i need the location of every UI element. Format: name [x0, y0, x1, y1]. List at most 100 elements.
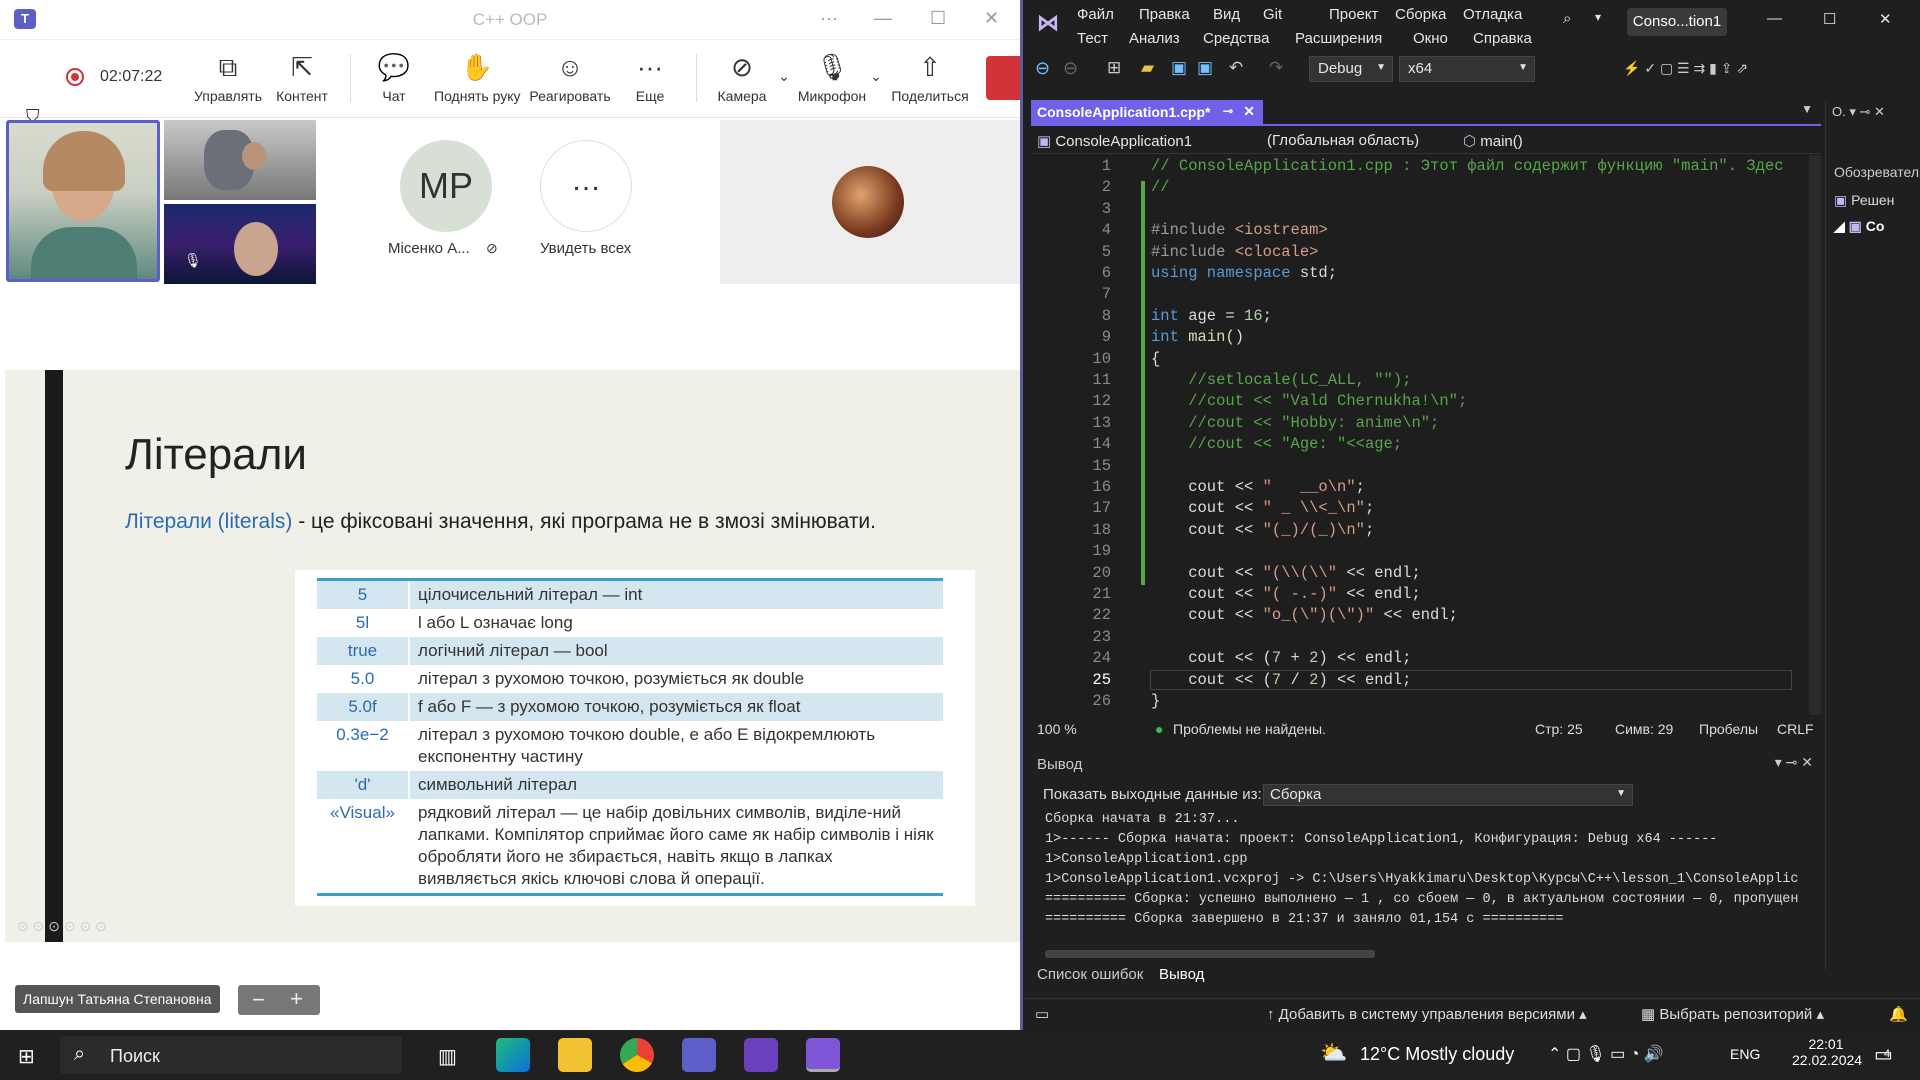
tab-list-chevron-icon[interactable]: ▼ — [1801, 102, 1813, 116]
menu-item[interactable]: Окно — [1413, 30, 1448, 47]
system-tray-icons[interactable]: ⌃ ▢ 🎙 ▭ ◔ 🔊 — [1548, 1044, 1664, 1064]
code-line[interactable]: cout << (7 / 2) << endl; — [1150, 669, 1792, 690]
zoom-level[interactable]: 100 % — [1037, 721, 1077, 737]
menu-item[interactable]: Отладка — [1463, 6, 1522, 23]
maximize-button[interactable]: ☐ — [930, 8, 946, 29]
open-folder-icon[interactable]: ▰ — [1141, 58, 1154, 78]
close-tab-icon[interactable]: ✕ — [1243, 103, 1255, 120]
chrome-icon[interactable] — [620, 1038, 654, 1072]
menu-item[interactable]: Средства — [1203, 30, 1269, 47]
line-ending[interactable]: CRLF — [1777, 721, 1814, 737]
visual-studio-taskbar-icon-2[interactable] — [806, 1038, 840, 1072]
code-line[interactable]: int age = 16; — [1151, 307, 1272, 325]
search-icon[interactable]: ⌕ — [1563, 10, 1571, 27]
scope-dropdown[interactable]: (Глобальная область) — [1267, 132, 1419, 149]
menu-item[interactable]: Тест — [1077, 30, 1108, 47]
add-source-control-button[interactable]: ↑ Добавить в систему управления версиями… — [1267, 1005, 1587, 1023]
zoom-out-button[interactable]: − — [252, 987, 265, 1013]
solution-node[interactable]: ▣ Решен — [1834, 192, 1894, 209]
toolbar-icons[interactable]: ⚡ ✓ ▢ ☰ ⇉ ▮ ⇪ ⇗ — [1623, 60, 1748, 77]
code-editor[interactable]: 1 // ConsoleApplication1.cpp : Этот файл … — [1031, 155, 1821, 715]
code-line[interactable]: cout << (7 + 2) << endl; — [1151, 649, 1411, 667]
menu-item[interactable]: Сборка — [1395, 6, 1446, 23]
output-text[interactable]: Сборка начата в 21:37... 1>------ Сборка … — [1045, 810, 1798, 930]
more-options-icon[interactable]: ··· — [820, 8, 838, 29]
code-line[interactable]: // ConsoleApplication1.cpp : Этот файл с… — [1151, 157, 1784, 175]
tab-output[interactable]: Вывод — [1159, 966, 1204, 983]
code-line[interactable]: cout << " __o\n"; — [1151, 478, 1365, 496]
code-line[interactable]: cout << "o_(\")(\")" << endl; — [1151, 606, 1458, 624]
code-line[interactable]: cout << "(\\(\\" << endl; — [1151, 564, 1421, 582]
search-chevron-icon[interactable]: ▾ — [1595, 10, 1601, 24]
menu-item[interactable]: Справка — [1473, 30, 1532, 47]
code-line[interactable]: cout << "( -.-)" << endl; — [1151, 585, 1421, 603]
menu-item[interactable]: Файл — [1077, 6, 1114, 23]
content-button[interactable]: ⇱ Контент — [260, 50, 344, 104]
raise-hand-button[interactable]: ✋ Поднять руку — [434, 50, 521, 104]
manage-button[interactable]: ⧉ Управлять — [186, 50, 270, 104]
zoom-in-button[interactable]: + — [290, 986, 303, 1012]
pin-icon[interactable]: ⊸ — [1223, 104, 1233, 118]
participant-avatar[interactable]: MP — [400, 140, 492, 232]
minimize-button[interactable]: — — [874, 8, 892, 29]
back-icon[interactable]: ⊖ — [1035, 58, 1050, 79]
code-line[interactable]: int main() — [1151, 328, 1244, 346]
teams-taskbar-icon[interactable] — [682, 1038, 716, 1072]
forward-icon[interactable]: ⊖ — [1063, 58, 1078, 79]
maximize-button[interactable]: ☐ — [1823, 10, 1836, 28]
select-repository-button[interactable]: ▦ Выбрать репозиторий ▴ — [1641, 1005, 1824, 1023]
menu-item[interactable]: Правка — [1139, 6, 1190, 23]
file-explorer-icon[interactable] — [558, 1038, 592, 1072]
output-horizontal-scrollbar[interactable] — [1045, 950, 1375, 958]
solution-explorer-tab[interactable]: Обозревател — [1834, 164, 1919, 180]
share-button[interactable]: ⇧ Поделиться — [888, 50, 972, 104]
chat-button[interactable]: 💬 Чат — [352, 50, 436, 104]
whitespace-mode[interactable]: Пробелы — [1699, 721, 1758, 737]
new-item-icon[interactable]: ⊞ — [1107, 58, 1121, 78]
language-indicator[interactable]: ENG — [1730, 1046, 1760, 1062]
save-icon[interactable]: ▣ — [1171, 58, 1187, 78]
windows-start-icon[interactable]: ⊞ — [18, 1044, 40, 1068]
undo-icon[interactable]: ↶ — [1229, 58, 1243, 78]
menu-item[interactable]: Проект — [1329, 6, 1378, 23]
slide-controls[interactable]: ⊙ ⊙ ⊙ ⊙ ⊙ ⊙ — [17, 918, 107, 935]
code-line[interactable]: { — [1151, 350, 1160, 368]
close-button[interactable]: ✕ — [1879, 10, 1892, 28]
redo-icon[interactable]: ↷ — [1269, 58, 1283, 78]
panel-controls[interactable]: O. ▾ ⊸ ✕ — [1832, 104, 1885, 120]
participant-video-3[interactable]: 🎙 — [164, 204, 316, 284]
weather-text[interactable]: 12°C Mostly cloudy — [1360, 1044, 1514, 1065]
output-source-dropdown[interactable]: Сборка ▼ — [1263, 784, 1633, 806]
code-line[interactable]: } — [1151, 692, 1160, 710]
solution-title[interactable]: Conso...tion1 — [1627, 8, 1727, 36]
code-line[interactable]: #include <iostream> — [1151, 221, 1328, 239]
more-button[interactable]: ··· Еще — [608, 50, 692, 104]
menu-item[interactable]: Анализ — [1129, 30, 1180, 47]
save-all-icon[interactable]: ▣ — [1197, 58, 1213, 78]
menu-item[interactable]: Git — [1263, 6, 1282, 23]
code-line[interactable]: cout << "(_)/(_)\n"; — [1151, 521, 1374, 539]
leave-call-button[interactable] — [986, 56, 1020, 100]
tab-consoleapplication1-cpp[interactable]: ConsoleApplication1.cpp* ⊸ ✕ — [1031, 100, 1263, 126]
participant-video-4[interactable] — [720, 120, 1020, 284]
clock[interactable]: 22:01 22.02.2024 — [1792, 1036, 1862, 1068]
member-dropdown[interactable]: ⬡ main() — [1463, 132, 1523, 150]
output-window-controls[interactable]: ▾ ⊸ ✕ — [1775, 754, 1813, 771]
code-line[interactable]: // — [1151, 178, 1170, 196]
minimize-button[interactable]: — — [1767, 10, 1782, 27]
notifications-icon[interactable]: ▭ — [1035, 1005, 1049, 1023]
tab-error-list[interactable]: Список ошибок — [1037, 966, 1143, 983]
project-node[interactable]: ◢ ▣ Co — [1834, 218, 1884, 235]
edge-browser-icon[interactable] — [496, 1038, 530, 1072]
visual-studio-taskbar-icon[interactable] — [744, 1038, 778, 1072]
taskbar-search-box[interactable]: ⌕ Поиск — [60, 1036, 402, 1074]
project-dropdown[interactable]: ▣ ConsoleApplication1 — [1037, 132, 1192, 150]
code-line[interactable]: #include <clocale> — [1151, 243, 1318, 261]
participant-video-2[interactable] — [164, 120, 316, 200]
code-line[interactable]: //cout << "Vald Chernukha!\n"; — [1151, 392, 1467, 410]
participant-video-self[interactable] — [6, 120, 160, 282]
task-view-icon[interactable]: ▥ — [438, 1044, 457, 1069]
menu-item[interactable]: Вид — [1213, 6, 1240, 23]
see-all-button[interactable]: … — [540, 140, 632, 232]
platform-dropdown[interactable]: x64 ▼ — [1399, 56, 1535, 82]
